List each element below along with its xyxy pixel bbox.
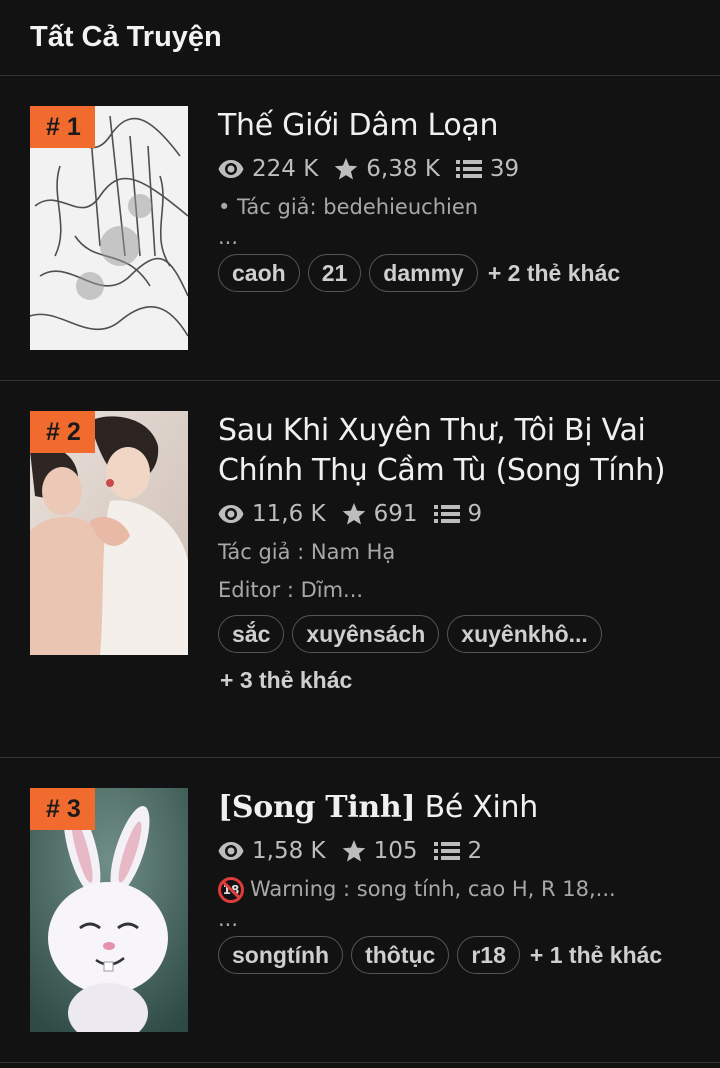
story-cover[interactable]: # 1: [30, 106, 188, 350]
stars-count: 6,38 K: [366, 156, 440, 182]
story-stats: 1,58 K 105 2: [218, 832, 710, 870]
description-line: Tác giả : Nam Hạ: [218, 540, 396, 564]
more-tags-link[interactable]: + 1 thẻ khác: [528, 942, 662, 969]
story-item[interactable]: # 2 Sau Khi Xuyên Thư, Tôi Bị Vai Chính …: [0, 381, 720, 758]
story-stats: 11,6 K 691 9: [218, 495, 710, 533]
stars-count: 691: [373, 501, 418, 527]
views-count: 224 K: [252, 156, 319, 182]
tag-chip[interactable]: xuyênsách: [292, 615, 440, 653]
star-icon: [334, 157, 358, 179]
story-description: Tác giả : Nam Hạ Editor : Dĩm...: [218, 533, 710, 609]
rank-badge: # 3: [30, 788, 95, 830]
list-icon: [433, 842, 460, 860]
story-tags: songtính thôtục r18 + 1 thẻ khác: [218, 936, 710, 974]
star-icon: [342, 502, 365, 524]
story-description: • Tác giả: bedehieuchien ...: [218, 188, 710, 248]
chapters-count: 39: [489, 156, 520, 182]
tag-chip[interactable]: caoh: [218, 254, 300, 292]
tag-chip[interactable]: xuyênkhô...: [447, 615, 602, 653]
more-tags-link[interactable]: + 2 thẻ khác: [486, 260, 620, 287]
description-line: ...: [218, 907, 239, 931]
description-line: Editor : Dĩm...: [218, 578, 364, 602]
page-header: Tất Cả Truyện: [0, 0, 720, 76]
page-title: Tất Cả Truyện: [30, 21, 222, 53]
stars-stat: 691: [342, 501, 418, 527]
stars-stat: 6,38 K: [334, 156, 440, 182]
story-info: [Song Tinh] Bé Xinh 1,58 K 105 2 18 Warni…: [218, 788, 710, 974]
story-title-prefix: [Song Tinh]: [218, 790, 416, 825]
story-tags: sắc xuyênsách xuyênkhô... + 3 thẻ khác: [218, 615, 638, 694]
tag-chip[interactable]: sắc: [218, 615, 285, 653]
story-info: Thế Giới Dâm Loạn 224 K 6,38 K 39 • Tác …: [218, 106, 710, 292]
more-tags-link[interactable]: + 3 thẻ khác: [218, 667, 352, 694]
stars-stat: 105: [342, 838, 418, 864]
star-icon: [342, 839, 365, 861]
chapters-stat: 39: [455, 156, 520, 182]
chapters-count: 2: [467, 838, 483, 864]
views-stat: 224 K: [218, 156, 318, 182]
story-title[interactable]: Sau Khi Xuyên Thư, Tôi Bị Vai Chính Thụ …: [218, 411, 710, 491]
rank-badge: # 1: [30, 106, 95, 148]
chapters-stat: 9: [433, 501, 483, 527]
rank-badge: # 2: [30, 411, 95, 453]
story-description: 18 Warning : song tính, cao H, R 18,... .…: [218, 870, 710, 930]
story-title[interactable]: [Song Tinh] Bé Xinh: [218, 788, 710, 828]
tag-chip[interactable]: thôtục: [351, 936, 450, 974]
story-item[interactable]: # 3 [Song Tinh] Bé Xinh 1,58 K 105 2 18 W…: [0, 758, 720, 1063]
description-line: • Tác giả: bedehieuchien: [218, 195, 479, 219]
tag-chip[interactable]: dammy: [369, 254, 478, 292]
views-count: 1,58 K: [252, 838, 326, 864]
description-line: 18 Warning : song tính, cao H, R 18,...: [218, 870, 710, 908]
no-under-18-icon: 18: [218, 877, 244, 903]
tag-chip[interactable]: songtính: [218, 936, 344, 974]
tag-chip[interactable]: r18: [457, 936, 520, 974]
eye-icon: [218, 505, 244, 523]
views-stat: 1,58 K: [218, 838, 326, 864]
chapters-count: 9: [467, 501, 483, 527]
eye-icon: [218, 842, 244, 860]
description-line: ...: [218, 225, 239, 249]
views-count: 11,6 K: [252, 501, 326, 527]
list-icon: [433, 505, 460, 523]
story-stats: 224 K 6,38 K 39: [218, 150, 710, 188]
chapters-stat: 2: [433, 838, 483, 864]
story-title[interactable]: Thế Giới Dâm Loạn: [218, 106, 710, 146]
eye-icon: [218, 160, 244, 178]
story-cover[interactable]: # 3: [30, 788, 188, 1032]
story-title-main: Bé Xinh: [424, 790, 539, 825]
story-tags: caoh 21 dammy + 2 thẻ khác: [218, 254, 710, 292]
views-stat: 11,6 K: [218, 501, 326, 527]
tag-chip[interactable]: 21: [307, 254, 362, 292]
story-info: Sau Khi Xuyên Thư, Tôi Bị Vai Chính Thụ …: [218, 411, 710, 694]
warning-text: Warning : song tính, cao H, R 18,...: [250, 877, 616, 901]
story-item[interactable]: # 1 Thế Giới Dâm Loạn 224 K 6,38 K 39 • …: [0, 76, 720, 381]
list-icon: [455, 160, 482, 178]
story-cover[interactable]: # 2: [30, 411, 188, 655]
stars-count: 105: [373, 838, 418, 864]
